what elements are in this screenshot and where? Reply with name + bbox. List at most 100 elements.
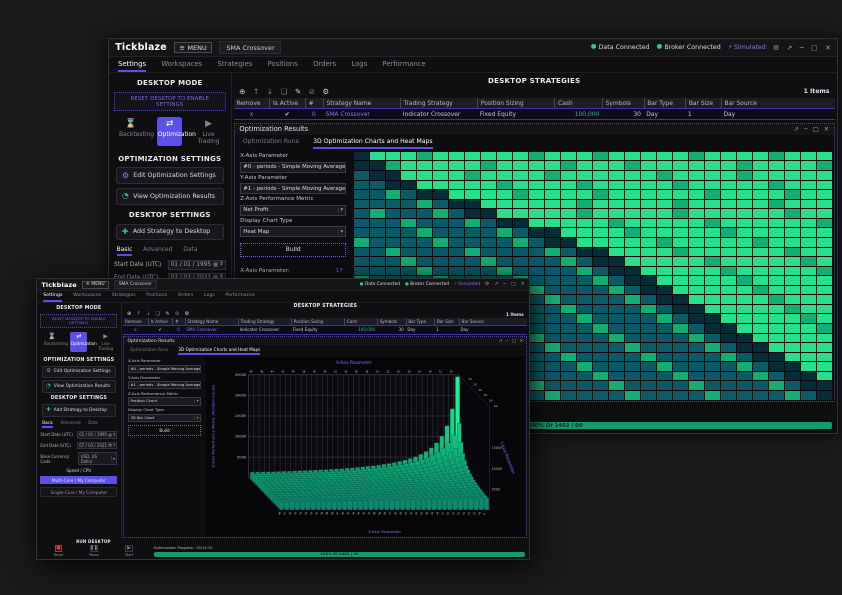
tab-advanced[interactable]: Advanced	[143, 246, 172, 256]
menu-button[interactable]: ≡ MENU	[174, 42, 212, 54]
add-icon[interactable]: ⊕	[239, 87, 245, 96]
pause-button[interactable]: ❚❚ Pause	[89, 545, 99, 556]
nav-orders[interactable]: Orders	[178, 293, 194, 302]
move-up-icon[interactable]: ↑	[136, 311, 140, 317]
chevron-down-icon[interactable]: ▾	[111, 456, 115, 461]
tab-optimization-runs[interactable]: Optimization Runs	[243, 138, 299, 149]
cell-strategy-name[interactable]: SMA Crossover	[185, 326, 238, 333]
build-button[interactable]: Build	[128, 425, 201, 435]
chart-type-select[interactable]: Heat Map ▾	[240, 226, 346, 237]
end-date-input[interactable]: 07 / 03 / 2021 ▦ ▴ ▾	[77, 442, 117, 450]
add-strategy-button[interactable]: ✚ Add Strategy to Desktop	[42, 404, 116, 416]
start-play-icon[interactable]: ▶	[125, 545, 133, 551]
maximize-icon[interactable]: □	[813, 126, 819, 133]
nav-positions[interactable]: Positions	[146, 293, 167, 302]
nav-strategies[interactable]: Strategies	[218, 60, 253, 72]
window-titlebar[interactable]: Tickblaze ≡ MENU SMA Crossover ● Data Co…	[109, 39, 837, 57]
nav-workspaces[interactable]: Workspaces	[161, 60, 202, 72]
close-icon[interactable]: ✕	[520, 339, 524, 344]
chart-type-select[interactable]: 3D Bar Chart ▾	[128, 414, 201, 422]
chevron-down-icon[interactable]: ▾	[194, 416, 198, 420]
spin-down-icon[interactable]: ▾	[113, 445, 115, 447]
reset-desktop-button[interactable]: RESET DESKTOP TO ENABLE SETTINGS	[114, 92, 226, 112]
reset-desktop-button[interactable]: RESET DESKTOP TO ENABLE SETTINGS	[40, 314, 117, 328]
delete-icon[interactable]: ⊘	[175, 311, 179, 317]
calendar-icon[interactable]: ▦	[108, 433, 112, 437]
mode-live-trading[interactable]: ▶ Live Trading	[196, 117, 221, 146]
add-strategy-button[interactable]: ✚ Add Strategy to Desktop	[116, 224, 224, 241]
date-stepper[interactable]: ▴ ▾	[113, 433, 115, 436]
popout-icon[interactable]: ↗	[494, 282, 498, 287]
build-button[interactable]: Build	[240, 243, 346, 257]
cell-strategy-name[interactable]: SMA Crossover	[323, 109, 400, 119]
nav-workspaces[interactable]: Workspaces	[73, 293, 101, 302]
tab-3d-charts-heatmaps[interactable]: 3D Optimization Charts and Heat Maps	[313, 138, 432, 149]
nav-orders[interactable]: Orders	[313, 60, 336, 72]
move-up-icon[interactable]: ↑	[253, 87, 259, 96]
minimize-icon[interactable]: ─	[503, 282, 506, 287]
y-axis-param-select[interactable]: #1 - periods - Simple Moving Average ▾	[240, 183, 346, 194]
tab-3d-charts-heatmaps[interactable]: 3D Optimization Charts and Heat Maps	[178, 347, 260, 355]
multi-core-button[interactable]: Multi-Core / My Computer	[40, 476, 117, 485]
move-down-icon[interactable]: ↓	[146, 311, 150, 317]
tab-data[interactable]: Data	[88, 420, 98, 428]
remove-strategy-button[interactable]: x	[234, 109, 270, 119]
is-active-checkbox[interactable]: ✔	[148, 326, 173, 333]
x-axis-param-select[interactable]: #0 - periods - Simple Moving Average ▾	[240, 162, 346, 173]
start-date-input[interactable]: 01 / 01 / 1995 ▦ ▴ ▾	[168, 260, 226, 269]
minimize-icon[interactable]: ─	[800, 43, 804, 52]
start-date-input[interactable]: 01 / 01 / 1995 ▦ ▴ ▾	[77, 431, 117, 439]
duplicate-icon[interactable]: ❏	[281, 87, 288, 96]
settings-gear-icon[interactable]: ⚙	[773, 43, 779, 52]
panel-titlebar[interactable]: Optimization Results ↗ ─ □ ✕	[124, 337, 526, 345]
simulation-mode-badge[interactable]: ⚡ Simulated	[454, 282, 480, 287]
minimize-icon[interactable]: ─	[506, 339, 509, 344]
edit-optimization-settings-button[interactable]: ⚙ Edit Optimization Settings	[42, 366, 116, 378]
strategy-row[interactable]: x ✔ 0 SMA Crossover Indicator Crossover …	[234, 108, 835, 120]
delete-icon[interactable]: ⊘	[309, 87, 315, 96]
nav-logs[interactable]: Logs	[351, 60, 367, 72]
add-icon[interactable]: ⊕	[127, 311, 131, 317]
calendar-icon[interactable]: ▦	[213, 262, 218, 268]
is-active-checkbox[interactable]: ✔	[269, 109, 305, 119]
move-down-icon[interactable]: ↓	[267, 87, 273, 96]
y-axis-param-select[interactable]: #1 - periods - Simple Moving Average ▾	[128, 381, 201, 389]
window-titlebar[interactable]: Tickblaze ≡ MENU SMA Crossover ● Data Co…	[37, 279, 529, 291]
settings-icon[interactable]: ⚙	[184, 311, 189, 317]
view-optimization-results-button[interactable]: ◔ View Optimization Results	[116, 188, 224, 205]
close-icon[interactable]: ✕	[521, 282, 525, 287]
panel-titlebar[interactable]: Optimization Results ↗ ─ □ ✕	[235, 124, 834, 136]
remove-strategy-button[interactable]: x	[123, 326, 148, 333]
maximize-icon[interactable]: □	[811, 43, 818, 52]
edit-icon[interactable]: ✎	[165, 311, 169, 317]
tab-data[interactable]: Data	[183, 246, 197, 256]
maximize-icon[interactable]: □	[511, 282, 516, 287]
x-axis-param-select[interactable]: #0 - periods - Simple Moving Average ▾	[128, 365, 201, 373]
nav-logs[interactable]: Logs	[204, 293, 215, 302]
edit-icon[interactable]: ✎	[295, 87, 301, 96]
minimize-icon[interactable]: ─	[804, 126, 808, 133]
nav-settings[interactable]: Settings	[118, 60, 146, 72]
workspace-tab-sma-crossover[interactable]: SMA Crossover	[219, 41, 281, 53]
nav-performance[interactable]: Performance	[382, 60, 425, 72]
tab-advanced[interactable]: Advanced	[61, 420, 81, 428]
popout-icon[interactable]: ↗	[794, 126, 799, 133]
position-count-3d-bar-chart[interactable]: 5000100001500020000250001500010000500010…	[206, 357, 525, 535]
duplicate-icon[interactable]: ❏	[156, 311, 161, 317]
mode-live-trading[interactable]: ▶ Live Trading	[97, 332, 114, 353]
mode-optimization[interactable]: ⇄ Optimization	[157, 117, 182, 146]
nav-positions[interactable]: Positions	[268, 60, 298, 72]
currency-select[interactable]: USD, US Dollar ▾	[78, 452, 117, 465]
simulation-mode-badge[interactable]: ⚡ Simulated	[728, 44, 766, 51]
tab-optimization-runs[interactable]: Optimization Runs	[130, 347, 168, 355]
nav-performance[interactable]: Performance	[225, 293, 255, 302]
settings-icon[interactable]: ⚙	[323, 87, 330, 96]
popout-icon[interactable]: ↗	[786, 43, 792, 52]
chevron-down-icon[interactable]: ▾	[194, 399, 198, 403]
nav-settings[interactable]: Settings	[43, 293, 62, 302]
settings-gear-icon[interactable]: ⚙	[485, 282, 489, 287]
pause-icon[interactable]: ❚❚	[90, 545, 98, 551]
workspace-tab-sma-crossover[interactable]: SMA Crossover	[114, 280, 157, 289]
single-core-button[interactable]: Single-Core / My Computer	[40, 487, 117, 498]
date-stepper[interactable]: ▴ ▾	[113, 444, 115, 447]
